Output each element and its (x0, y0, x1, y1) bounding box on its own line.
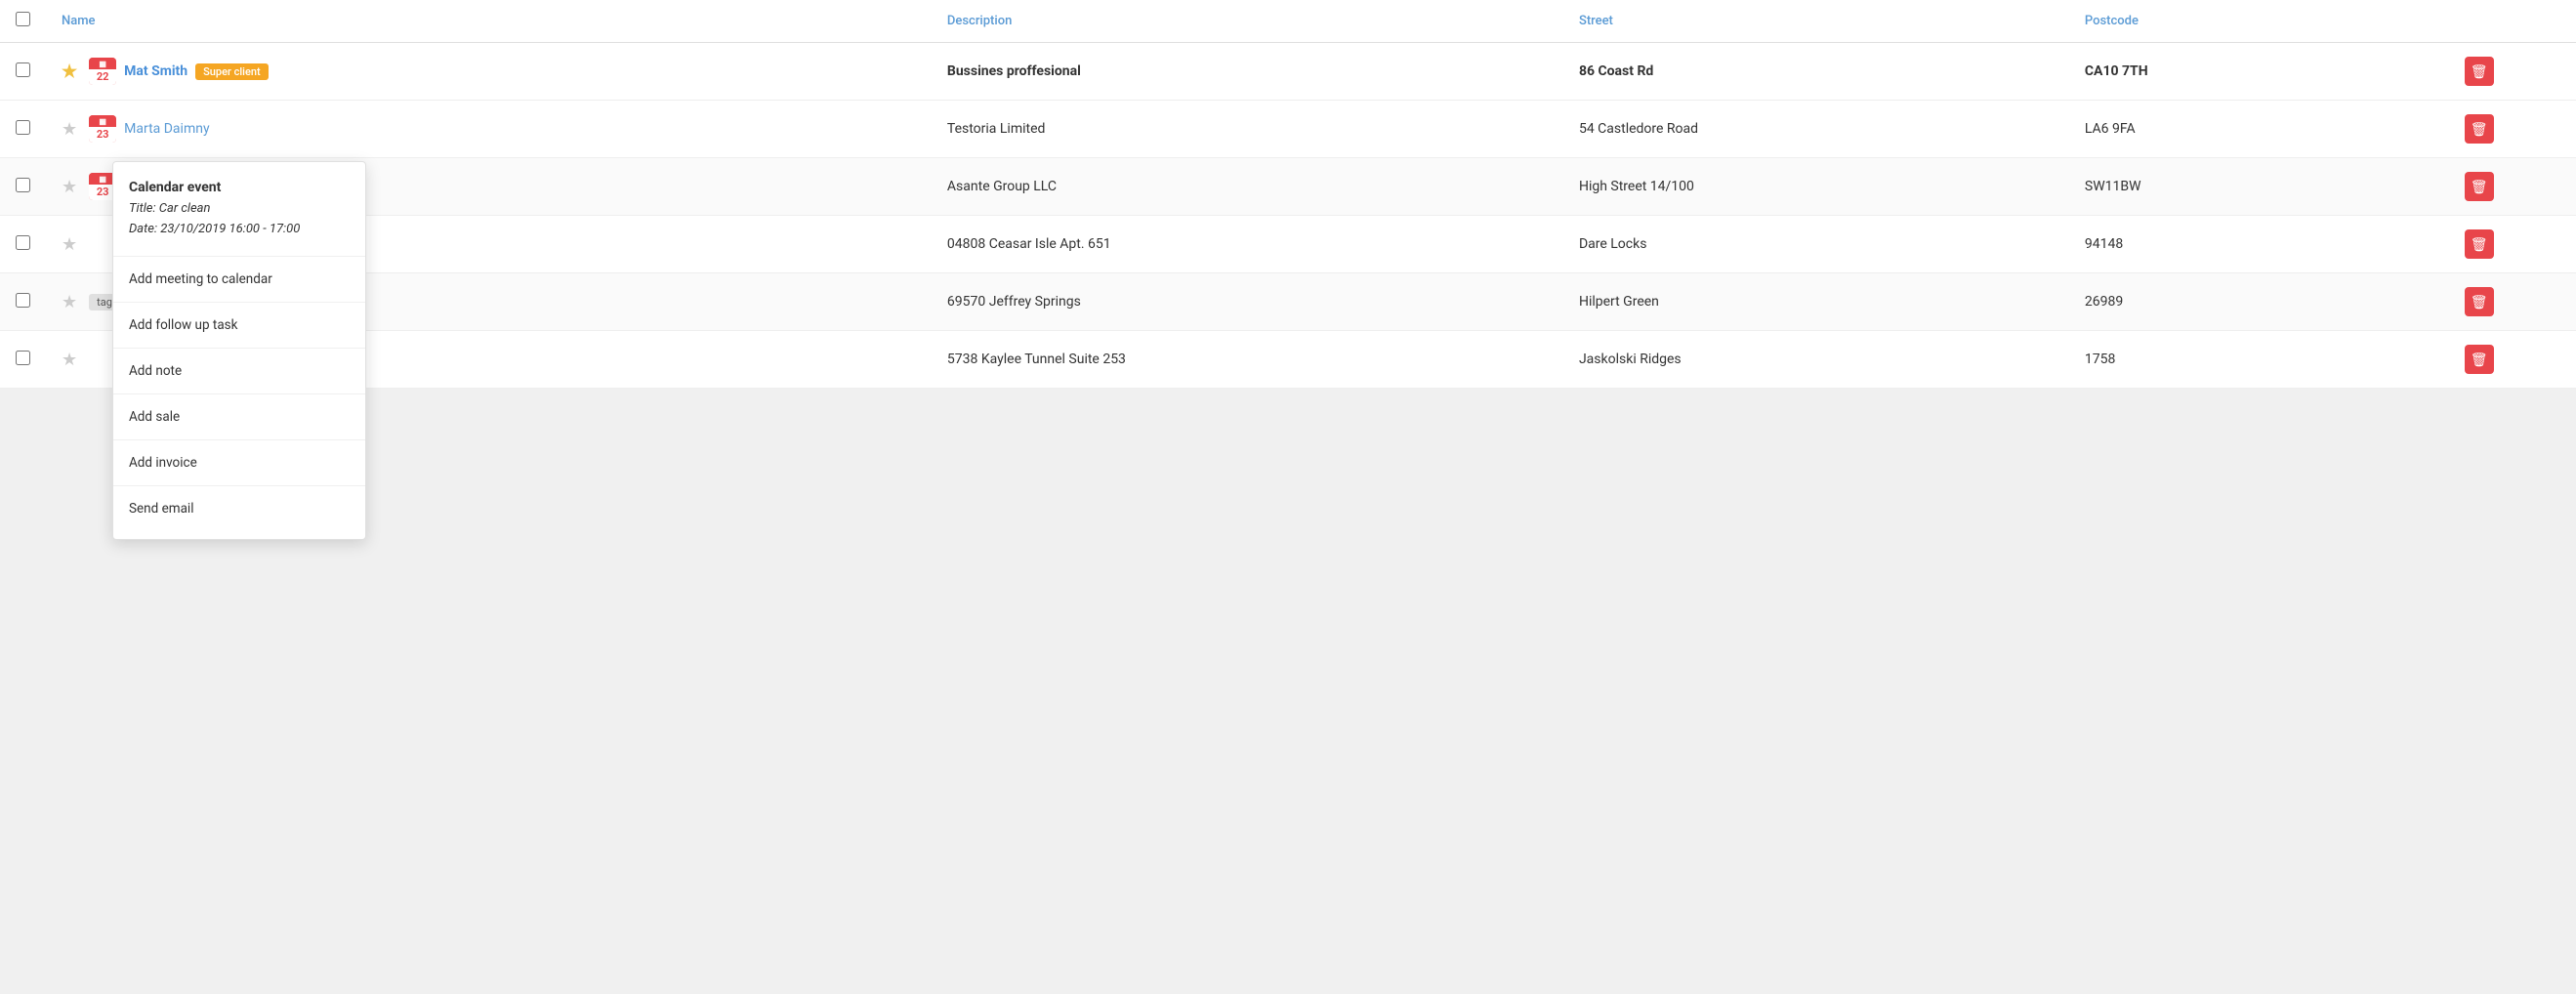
delete-cell: 🗑 (2449, 216, 2576, 273)
street-cell: 86 Coast Rd (1563, 43, 2069, 101)
delete-cell: 🗑 (2449, 331, 2576, 389)
row-checkbox[interactable] (16, 235, 30, 250)
popup-action-item[interactable]: Add follow up task (113, 309, 365, 342)
header-description: Description (932, 0, 1563, 43)
delete-button[interactable]: 🗑 (2465, 172, 2494, 201)
street-cell: High Street 14/100 (1563, 158, 2069, 216)
popup-action-item[interactable]: Add meeting to calendar (113, 263, 365, 296)
postcode-cell: 26989 (2069, 273, 2449, 331)
popup-date-value: 23/10/2019 16:00 - 17:00 (160, 222, 300, 236)
popup-title-value: Car clean (159, 201, 211, 216)
delete-button[interactable]: 🗑 (2465, 345, 2494, 374)
row-checkbox-cell (0, 273, 46, 331)
street-cell: Dare Locks (1563, 216, 2069, 273)
delete-cell: 🗑 (2449, 158, 2576, 216)
star-icon[interactable]: ★ (62, 177, 77, 197)
description-cell: Asante Group LLC (932, 158, 1563, 216)
description-cell: 5738 Kaylee Tunnel Suite 253 (932, 331, 1563, 389)
delete-cell: 🗑 (2449, 43, 2576, 101)
star-icon[interactable]: ★ (62, 292, 77, 312)
table-row: ★ ▦22 Mat Smith Super client Bussines proffe… (0, 43, 2576, 101)
star-icon[interactable]: ★ (62, 234, 77, 255)
row-checkbox[interactable] (16, 178, 30, 192)
row-checkbox-cell (0, 331, 46, 389)
select-all-checkbox[interactable] (16, 12, 30, 26)
description-cell: 04808 Ceasar Isle Apt. 651 (932, 216, 1563, 273)
header-checkbox-col (0, 0, 46, 43)
description-cell: Testoria Limited (932, 101, 1563, 158)
contacts-table: Name Description Street Postcode ★ ▦22 Mat… (0, 0, 2576, 389)
popup-event-header: Calendar event Title: Car clean Date: 23… (113, 176, 365, 250)
delete-cell: 🗑 (2449, 273, 2576, 331)
calendar-icon[interactable]: ▦22 (89, 58, 116, 85)
row-checkbox-cell (0, 101, 46, 158)
popup-action-item[interactable]: Add invoice (113, 446, 365, 479)
delete-button[interactable]: 🗑 (2465, 57, 2494, 86)
delete-button[interactable]: 🗑 (2465, 229, 2494, 259)
delete-cell: 🗑 (2449, 101, 2576, 158)
header-street: Street (1563, 0, 2069, 43)
table-row: ★ ▦23 Marta Daimny Testoria Limited54 Castl… (0, 101, 2576, 158)
popup-actions-list: Add meeting to calendar Add follow up tas… (113, 263, 365, 525)
street-cell: Hilpert Green (1563, 273, 2069, 331)
postcode-cell: CA10 7TH (2069, 43, 2449, 101)
table-row: ★tag2tag369570 Jeffrey SpringsHilpert Gr… (0, 273, 2576, 331)
popup-action-item[interactable]: Send email (113, 492, 365, 525)
street-cell: Jaskolski Ridges (1563, 331, 2069, 389)
calendar-event-popup: Calendar event Title: Car clean Date: 23… (112, 161, 366, 540)
popup-event-info: Title: Car clean Date: 23/10/2019 16:00 … (129, 199, 350, 240)
postcode-cell: 1758 (2069, 331, 2449, 389)
postcode-cell: SW11BW (2069, 158, 2449, 216)
table-row: ★ 04808 Ceasar Isle Apt. 651Dare Locks941… (0, 216, 2576, 273)
name-cell: ★ ▦23 Marta Daimny (46, 101, 932, 158)
row-checkbox-cell (0, 216, 46, 273)
row-checkbox[interactable] (16, 62, 30, 77)
star-icon[interactable]: ★ (62, 350, 77, 370)
header-name: Name (46, 0, 932, 43)
row-checkbox[interactable] (16, 293, 30, 308)
popup-event-title: Calendar event (129, 180, 350, 195)
description-cell: Bussines proffesional (932, 43, 1563, 101)
table-wrapper: Name Description Street Postcode ★ ▦22 Mat… (0, 0, 2576, 389)
contact-name-link[interactable]: Marta Daimny (124, 121, 209, 137)
star-icon[interactable]: ★ (62, 62, 77, 82)
row-checkbox[interactable] (16, 120, 30, 135)
row-checkbox-cell (0, 158, 46, 216)
popup-divider-2 (113, 302, 365, 303)
delete-button[interactable]: 🗑 (2465, 114, 2494, 144)
popup-title-label: Title: (129, 201, 156, 216)
description-cell: 69570 Jeffrey Springs (932, 273, 1563, 331)
popup-divider-6 (113, 485, 365, 486)
popup-divider-4 (113, 393, 365, 394)
row-checkbox-cell (0, 43, 46, 101)
popup-divider-1 (113, 256, 365, 257)
popup-action-item[interactable]: Add sale (113, 400, 365, 434)
header-action (2449, 0, 2576, 43)
row-checkbox[interactable] (16, 351, 30, 365)
delete-button[interactable]: 🗑 (2465, 287, 2494, 316)
table-row: ★▦23Martin KowalskyVIPAsante Group LLCHi… (0, 158, 2576, 216)
table-row: ★ 5738 Kaylee Tunnel Suite 253Jaskolski R… (0, 331, 2576, 389)
popup-divider-5 (113, 439, 365, 440)
star-icon[interactable]: ★ (62, 119, 77, 140)
postcode-cell: LA6 9FA (2069, 101, 2449, 158)
street-cell: 54 Castledore Road (1563, 101, 2069, 158)
popup-action-item[interactable]: Add note (113, 354, 365, 388)
popup-date-label: Date: (129, 222, 157, 236)
postcode-cell: 94148 (2069, 216, 2449, 273)
super-client-badge: Super client (195, 63, 269, 80)
calendar-icon[interactable]: ▦23 (89, 115, 116, 143)
name-cell: ★ ▦22 Mat Smith Super client (46, 43, 932, 101)
contact-name-link[interactable]: Mat Smith (124, 63, 187, 79)
popup-divider-3 (113, 348, 365, 349)
header-postcode: Postcode (2069, 0, 2449, 43)
